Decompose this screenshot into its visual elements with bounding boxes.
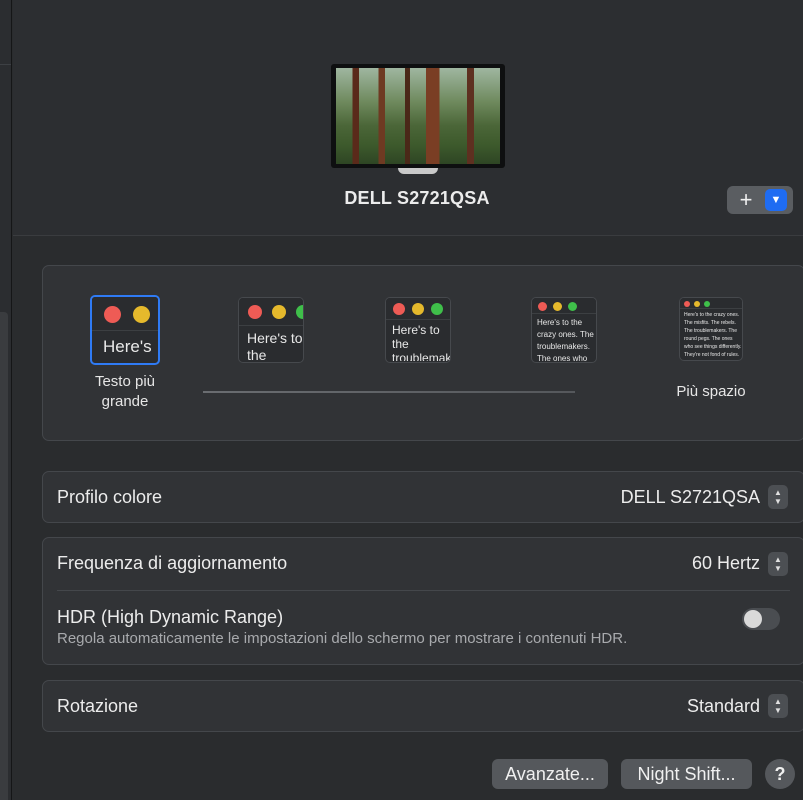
chevron-up-icon: ▲	[774, 697, 782, 706]
label-larger-text: Testo più grande	[75, 372, 175, 412]
rotation-row: Rotazione Standard ▲ ▼	[42, 680, 803, 732]
refresh-rate-selector[interactable]: ▲ ▼	[768, 552, 788, 576]
hdr-description: Regola automaticamente le impostazioni d…	[57, 630, 628, 647]
label-larger-text-line2: grande	[101, 393, 149, 410]
minimize-dot-icon	[133, 306, 150, 323]
resolution-panel: Here's Here's to the troublemakers Here'…	[42, 265, 803, 441]
close-dot-icon	[104, 306, 121, 323]
close-dot-icon	[393, 303, 405, 315]
chevron-down-icon[interactable]: ▼	[765, 189, 787, 211]
resolution-option-4[interactable]: Here's to the crazy ones. The troublemak…	[531, 297, 597, 363]
chevron-up-icon: ▲	[774, 555, 782, 564]
advanced-button[interactable]: Avanzate...	[492, 759, 608, 789]
sidebar-scroll-area	[0, 312, 8, 800]
color-profile-value[interactable]: DELL S2721QSA	[621, 487, 760, 508]
minimize-dot-icon	[694, 301, 700, 307]
preview-text: Here's to the troublemakers	[247, 330, 303, 362]
toggle-knob	[744, 610, 762, 628]
resolution-option-larger-text[interactable]: Here's	[90, 295, 160, 365]
chevron-up-icon: ▲	[774, 488, 782, 497]
preview-text: Here's to the crazy ones. The troublemak…	[537, 318, 594, 361]
display-name: DELL S2721QSA	[344, 188, 490, 208]
sidebar-divider	[0, 64, 11, 65]
chevron-down-icon: ▼	[774, 497, 782, 506]
minimize-dot-icon	[272, 305, 286, 319]
label-larger-text-line1: Testo più	[94, 373, 156, 390]
display-settings-pane: DELL S2721QSA + ▼ Here's Here's to the t…	[13, 0, 803, 800]
zoom-dot-icon	[568, 302, 577, 311]
wallpaper-image	[336, 68, 500, 164]
minimize-dot-icon	[553, 302, 562, 311]
chevron-down-icon: ▼	[774, 706, 782, 715]
close-dot-icon	[684, 301, 690, 307]
label-more-space: Più spazio	[676, 383, 746, 400]
help-button[interactable]: ?	[765, 759, 795, 789]
hdr-toggle[interactable]	[742, 608, 780, 630]
color-profile-label: Profilo colore	[57, 487, 163, 507]
resolution-option-3[interactable]: Here's to the troublemakers. The ones wh…	[385, 297, 451, 363]
resolution-option-2[interactable]: Here's to the troublemakers	[238, 297, 304, 363]
close-dot-icon	[538, 302, 547, 311]
refresh-rate-value[interactable]: 60 Hertz	[692, 553, 760, 574]
preview-text: Here's to the crazy ones. The misfits. T…	[684, 312, 742, 358]
zoom-dot-icon	[296, 305, 303, 319]
preview-text: Here's	[103, 337, 152, 356]
rotation-label: Rotazione	[57, 696, 139, 716]
rotation-value[interactable]: Standard	[687, 696, 760, 717]
zoom-dot-icon	[704, 301, 710, 307]
resolution-slider-track[interactable]	[203, 391, 575, 393]
refresh-hdr-panel: Frequenza di aggiornamento 60 Hertz ▲ ▼ …	[42, 537, 803, 665]
preview-text: Here's to the troublemakers. The ones wh…	[392, 323, 450, 361]
rotation-selector[interactable]: ▲ ▼	[768, 694, 788, 718]
color-profile-selector[interactable]: ▲ ▼	[768, 485, 788, 509]
minimize-dot-icon	[412, 303, 424, 315]
close-dot-icon	[248, 305, 262, 319]
chevron-down-icon: ▼	[774, 564, 782, 573]
display-header: DELL S2721QSA + ▼	[13, 0, 803, 236]
color-profile-row: Profilo colore DELL S2721QSA ▲ ▼	[42, 471, 803, 523]
night-shift-button[interactable]: Night Shift...	[621, 759, 752, 789]
hdr-label: HDR (High Dynamic Range)	[57, 607, 284, 627]
refresh-rate-label: Frequenza di aggiornamento	[57, 553, 288, 573]
plus-icon[interactable]: +	[727, 186, 765, 214]
sidebar-edge	[0, 0, 12, 800]
row-divider	[57, 590, 790, 591]
add-display-button[interactable]: + ▼	[727, 186, 793, 214]
resolution-option-more-space[interactable]: Here's to the crazy ones. The misfits. T…	[679, 297, 743, 361]
zoom-dot-icon	[431, 303, 443, 315]
monitor-preview[interactable]	[331, 64, 505, 174]
monitor-stand	[398, 168, 438, 174]
